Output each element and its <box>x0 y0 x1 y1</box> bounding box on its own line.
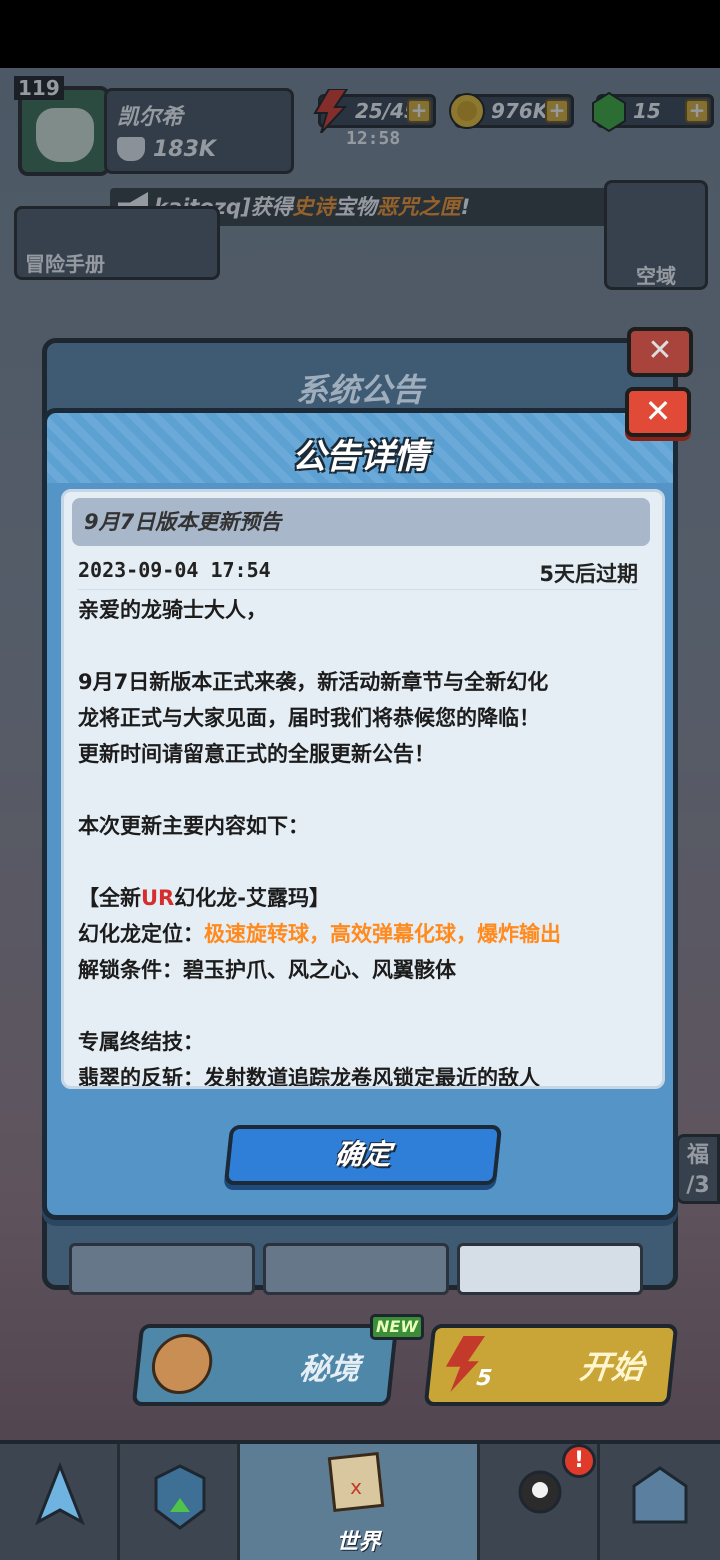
ice-dragon-icon <box>35 1462 85 1526</box>
mystic-realm-label: 秘境 <box>297 1352 362 1387</box>
announcement-tab-2[interactable] <box>263 1243 449 1295</box>
nav-world-label: 世界 <box>336 1530 381 1555</box>
notice-blank-line <box>78 772 648 808</box>
game-screen: 119 凯尔希 183K 25/45 + 12:58 976K + 15 + k… <box>0 68 720 1560</box>
notice-blank-line <box>78 628 648 664</box>
notice-line: 解锁条件：碧玉护爪、风之心、风翼骸体 <box>78 958 456 982</box>
notice-line: 本次更新主要内容如下： <box>78 814 309 838</box>
notice-heading: 9月7日版本更新预告 <box>72 498 650 546</box>
close-notice-detail-button[interactable]: ✕ <box>625 387 691 437</box>
hooded-character-icon <box>518 1470 562 1514</box>
svg-text:x: x <box>350 1475 362 1499</box>
notice-body: 亲爱的龙骑士大人， 9月7日新版本正式来袭，新活动新章节与全新幻化 龙将正式与大… <box>78 592 648 1089</box>
ur-rarity: UR <box>141 886 175 910</box>
notice-line: 【全新UR幻化龙-艾露玛】 <box>78 880 648 916</box>
upgrade-shield-icon <box>154 1464 206 1530</box>
notice-blank-line <box>78 988 648 1024</box>
guild-house-icon <box>632 1466 688 1524</box>
notice-line: 龙将正式与大家见面，届时我们将恭候您的降临！ <box>78 706 540 730</box>
ur-heading-prefix: 【全新 <box>78 886 141 910</box>
notice-blank-line <box>78 844 648 880</box>
nav-guild[interactable] <box>600 1444 720 1560</box>
nav-dragon[interactable] <box>0 1444 120 1560</box>
confirm-button[interactable]: 确定 <box>223 1125 503 1185</box>
notice-line: 亲爱的龙骑士大人， <box>78 598 267 622</box>
role-label: 幻化龙定位： <box>78 922 204 946</box>
ur-heading-suffix: 幻化龙-艾露玛】 <box>174 886 330 910</box>
notice-expiry: 5天后过期 <box>539 562 638 586</box>
notice-line: 9月7日新版本正式来袭，新活动新章节与全新幻化 <box>78 670 549 694</box>
new-badge: NEW <box>370 1314 424 1340</box>
notice-line: 翡翠的反斩：发射数道追踪龙卷风锁定最近的敌人 <box>78 1066 540 1089</box>
energy-cost-value: 5 <box>475 1366 494 1391</box>
close-announcement-button[interactable]: ✕ <box>627 327 693 377</box>
start-button[interactable]: 5 开始 <box>423 1324 679 1406</box>
notice-line: 幻化龙定位：极速旋转球，高效弹幕化球，爆炸输出 <box>78 916 648 952</box>
announcement-tab-1[interactable] <box>69 1243 255 1295</box>
notification-alert-icon: ! <box>562 1444 596 1478</box>
bottom-navigation: x 世界 <box>0 1440 720 1560</box>
system-announcement-title: 系统公告 <box>295 371 424 409</box>
system-status-bar <box>0 0 720 68</box>
mystic-realm-button[interactable]: 秘境 <box>131 1324 399 1406</box>
start-label: 开始 <box>577 1348 646 1386</box>
notice-detail-title: 公告详情 <box>292 437 428 477</box>
notice-content-card[interactable]: 9月7日版本更新预告 2023-09-04 17:54 5天后过期 亲爱的龙骑士… <box>61 489 665 1089</box>
nav-upgrade[interactable] <box>120 1444 240 1560</box>
notice-detail-dialog: 公告详情 ✕ 9月7日版本更新预告 2023-09-04 17:54 5天后过期… <box>42 387 691 1220</box>
target-arrow-icon <box>148 1334 216 1394</box>
world-map-icon: x <box>327 1451 385 1513</box>
notice-line: 专属终结技： <box>78 1030 204 1054</box>
notice-date: 2023-09-04 17:54 <box>78 558 271 582</box>
notice-meta: 2023-09-04 17:54 5天后过期 <box>78 554 638 590</box>
role-value: 极速旋转球，高效弹幕化球，爆炸输出 <box>204 922 561 946</box>
nav-world[interactable]: x 世界 <box>240 1444 480 1560</box>
notice-line: 更新时间请留意正式的全服更新公告！ <box>78 742 435 766</box>
announcement-tab-3[interactable] <box>457 1243 643 1295</box>
